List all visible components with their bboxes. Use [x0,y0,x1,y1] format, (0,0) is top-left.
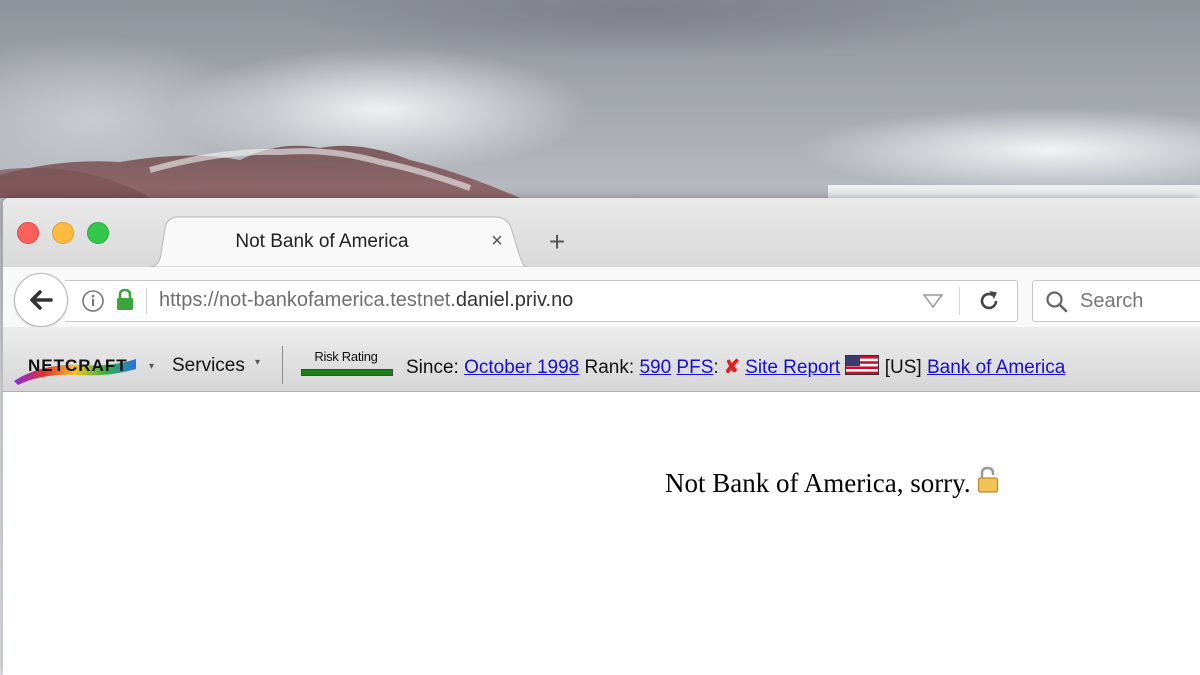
browser-window: Not Bank of America × + https://not-bank… [3,198,1200,675]
risk-rating[interactable]: Risk Rating [299,349,393,377]
netcraft-logo-text: NETCRAFT [28,356,128,375]
zoom-window-button[interactable] [87,222,109,244]
tab-title: Not Bank of America [235,231,409,252]
url-separator-2 [959,287,960,315]
address-bar[interactable]: https://not-bankofamerica.testnet.daniel… [65,280,1018,322]
mountain-scenery [0,145,1200,198]
reload-icon[interactable] [977,289,1001,313]
search-box[interactable]: Search [1032,280,1200,322]
toolbar-divider [282,346,283,384]
chevron-down-icon[interactable] [923,294,943,308]
rank-label: Rank: [584,357,635,378]
close-window-button[interactable] [17,222,39,244]
pfs-fail-icon: ✘ [723,357,740,378]
since-label: Since: [406,357,459,378]
tab-active[interactable]: Not Bank of America × [149,216,527,268]
netcraft-logo[interactable]: NETCRAFT [12,349,140,385]
org-link[interactable]: Bank of America [927,357,1065,378]
back-arrow-icon [30,290,53,310]
url-prefix: https://not-bankofamerica.testnet. [159,289,456,311]
since-link[interactable]: October 1998 [464,357,579,378]
page-message: Not Bank of America, sorry. [665,466,999,499]
lock-icon[interactable] [115,288,135,312]
risk-rating-label: Risk Rating [314,349,378,364]
page-message-text: Not Bank of America, sorry. [665,468,971,498]
rank-link[interactable]: 590 [639,357,671,378]
navigation-bar: https://not-bankofamerica.testnet.daniel… [3,267,1200,327]
us-flag-icon [845,355,880,375]
open-padlock-icon [977,466,998,493]
pfs-link[interactable]: PFS [676,357,713,378]
url-text[interactable]: https://not-bankofamerica.testnet.daniel… [159,289,573,312]
risk-rating-bar [301,369,393,376]
search-icon [1046,291,1068,313]
netcraft-menu-arrow[interactable]: ▾ [149,361,154,372]
services-menu[interactable]: Services [172,355,245,377]
url-domain: daniel.priv.no [455,289,574,311]
pfs-colon: : [713,357,719,378]
site-report-link[interactable]: Site Report [745,357,840,378]
url-separator [146,288,147,314]
services-chevron-icon[interactable]: ▾ [255,357,260,368]
minimize-window-button[interactable] [52,222,74,244]
close-tab-icon[interactable]: × [487,230,507,252]
new-tab-button[interactable]: + [544,228,570,256]
search-placeholder: Search [1080,290,1144,312]
netcraft-toolbar: NETCRAFT ▾ Services ▾ Risk Rating Since:… [3,327,1200,392]
page-content: Not Bank of America, sorry. [3,392,1200,675]
info-icon[interactable] [82,290,104,312]
country-code: [US] [884,357,922,378]
tab-strip: Not Bank of America × + [3,198,1200,268]
back-button[interactable] [14,273,68,327]
site-info: Since: October 1998 Rank: 590 PFS: ✘ Sit… [406,355,1065,379]
